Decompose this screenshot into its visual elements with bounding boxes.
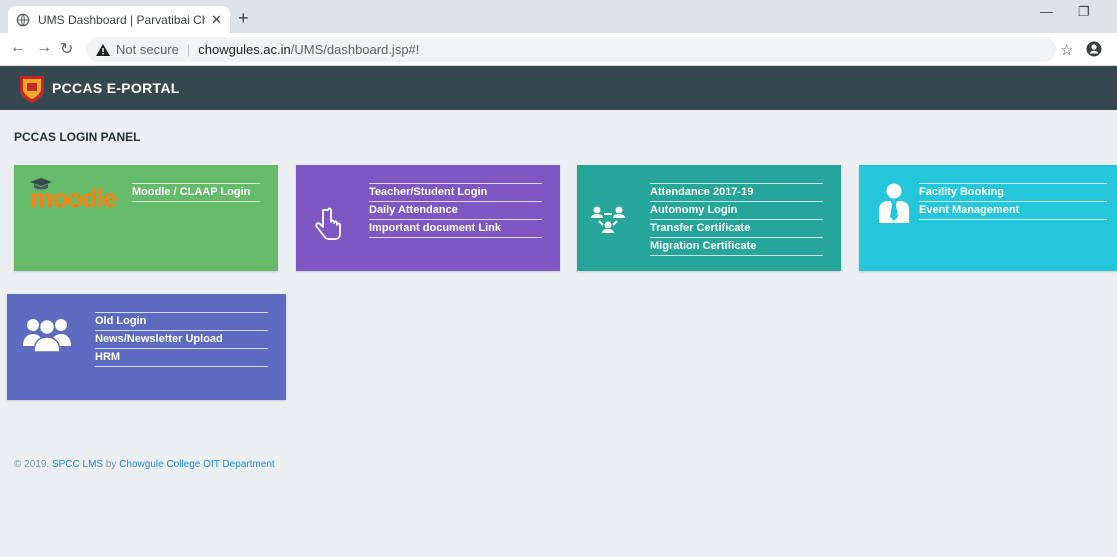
old-login-links: Old Login News/Newsletter Upload HRM	[95, 312, 268, 367]
college-crest-logo[interactable]	[18, 72, 46, 104]
page-title: PCCAS LOGIN PANEL	[14, 130, 141, 144]
link-facility-booking[interactable]: Facility Booking	[919, 183, 1107, 202]
warning-icon	[96, 43, 110, 56]
footer: © 2019. SPCC LMS by Chowgule College OIT…	[14, 459, 275, 470]
group-users-icon	[23, 318, 71, 352]
footer-department-link[interactable]: Chowgule College OIT Department	[119, 459, 274, 470]
link-hrm[interactable]: HRM	[95, 349, 268, 367]
moodle-logo: moodle	[30, 183, 117, 213]
forward-icon[interactable]: →	[36, 39, 52, 57]
close-tab-icon[interactable]: ✕	[211, 12, 222, 28]
app-navbar: PCCAS E-PORTAL	[0, 66, 1117, 110]
facility-links: Facility Booking Event Management	[919, 183, 1107, 220]
security-label[interactable]: Not secure	[116, 42, 179, 57]
url-path: /UMS/dashboard.jsp#!	[290, 42, 420, 57]
attendance-links: Attendance 2017-19 Autonomy Login Transf…	[650, 183, 823, 256]
link-daily-attendance[interactable]: Daily Attendance	[369, 202, 542, 220]
facility-card: Facility Booking Event Management	[859, 165, 1117, 271]
link-old-login[interactable]: Old Login	[95, 312, 268, 331]
bookmark-star-icon[interactable]: ☆	[1060, 41, 1073, 59]
back-icon[interactable]: ←	[10, 39, 26, 57]
moodle-links: Moodle / CLAAP Login	[132, 183, 260, 202]
address-bar[interactable]: Not secure | chowgules.ac.in /UMS/dashbo…	[86, 37, 1056, 62]
brand-title[interactable]: PCCAS E-PORTAL	[52, 80, 180, 96]
new-tab-button[interactable]: +	[238, 8, 249, 29]
url-host: chowgules.ac.in	[198, 42, 291, 57]
link-event-management[interactable]: Event Management	[919, 202, 1107, 220]
browser-toolbar: ← → ↻ Not secure | chowgules.ac.in /UMS/…	[0, 33, 1117, 66]
hand-pointer-icon	[315, 207, 341, 240]
link-autonomy-login[interactable]: Autonomy Login	[650, 202, 823, 220]
moodle-card: moodle Moodle / CLAAP Login	[14, 165, 278, 271]
globe-icon	[16, 13, 30, 26]
profile-icon[interactable]	[1086, 41, 1102, 57]
browser-tab[interactable]: UMS Dashboard | Parvatibai Chowgule ✕	[8, 6, 230, 33]
browser-tab-bar: UMS Dashboard | Parvatibai Chowgule ✕ + …	[0, 0, 1117, 33]
footer-copyright: © 2019.	[14, 459, 50, 470]
minimize-icon[interactable]: —	[1040, 4, 1053, 19]
footer-lms-link[interactable]: SPCC LMS	[52, 459, 103, 470]
reload-icon[interactable]: ↻	[60, 39, 73, 59]
teacher-student-card: Teacher/Student Login Daily Attendance I…	[296, 165, 560, 271]
footer-by: by	[105, 459, 117, 470]
link-important-document[interactable]: Important document Link	[369, 220, 542, 238]
attendance-card: Attendance 2017-19 Autonomy Login Transf…	[577, 165, 841, 271]
link-moodle-claap-login[interactable]: Moodle / CLAAP Login	[132, 183, 260, 202]
link-transfer-certificate[interactable]: Transfer Certificate	[650, 220, 823, 238]
network-users-icon	[591, 206, 625, 233]
address-separator: |	[186, 42, 191, 57]
tab-title: UMS Dashboard | Parvatibai Chowgule	[38, 12, 205, 27]
link-migration-certificate[interactable]: Migration Certificate	[650, 238, 823, 256]
link-teacher-student-login[interactable]: Teacher/Student Login	[369, 183, 542, 202]
teacher-links: Teacher/Student Login Daily Attendance I…	[369, 183, 542, 238]
restore-icon[interactable]: ❐	[1078, 4, 1090, 20]
person-tie-icon	[879, 183, 909, 223]
link-news-newsletter-upload[interactable]: News/Newsletter Upload	[95, 331, 268, 349]
link-attendance-2017-19[interactable]: Attendance 2017-19	[650, 183, 823, 202]
old-login-card: Old Login News/Newsletter Upload HRM	[7, 294, 286, 400]
